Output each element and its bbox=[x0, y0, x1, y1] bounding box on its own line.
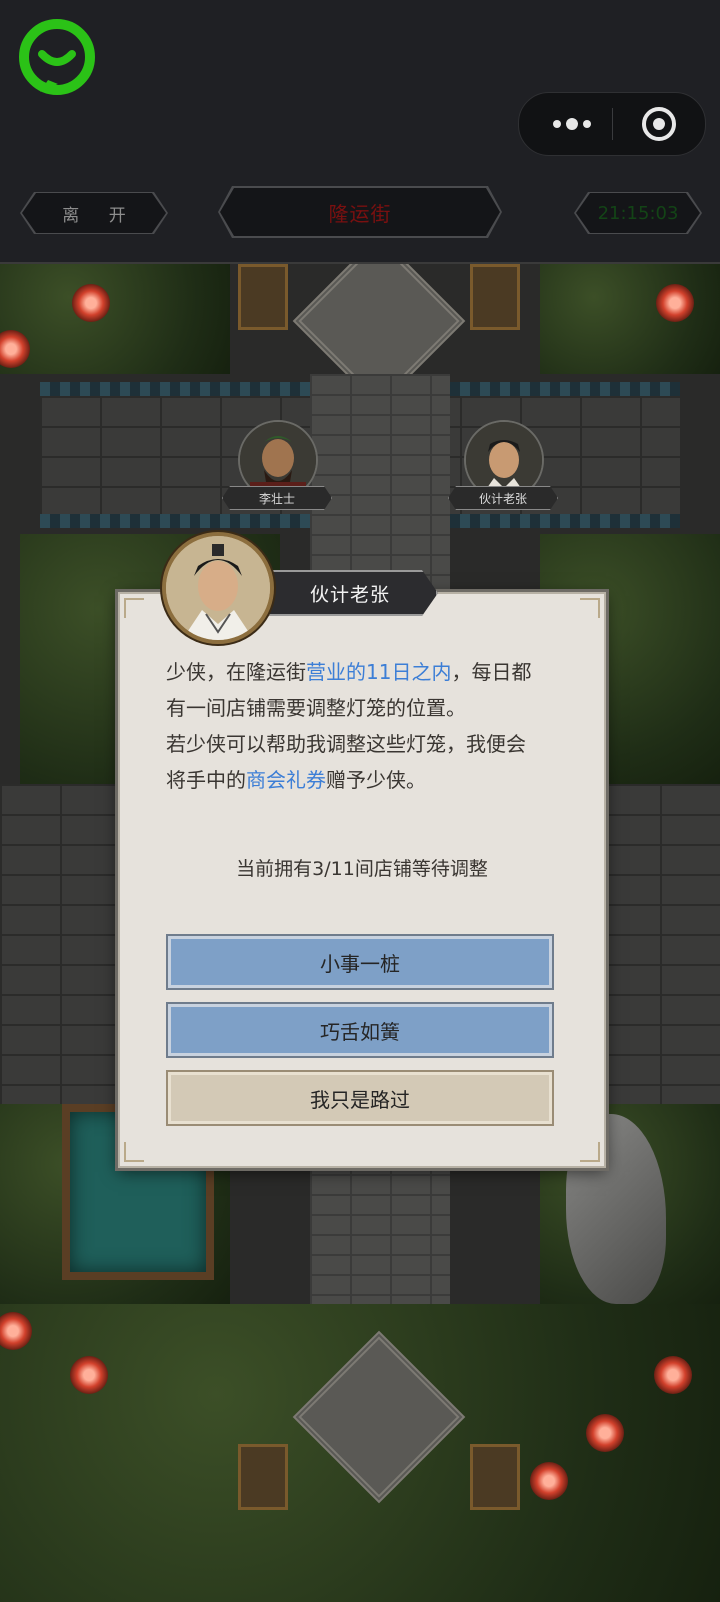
dialog-text-segment: 赠予少侠。 bbox=[326, 768, 426, 792]
dialog-corner-ornament bbox=[580, 1142, 600, 1162]
speaker-avatar bbox=[162, 532, 274, 644]
lantern[interactable] bbox=[654, 1356, 692, 1394]
option-button-accept[interactable]: 小事一桩 bbox=[166, 934, 554, 990]
shop-status-text: 当前拥有3/11间店铺等待调整 bbox=[236, 858, 488, 880]
lantern[interactable] bbox=[586, 1414, 624, 1452]
dialog-corner-ornament bbox=[124, 598, 144, 618]
lantern[interactable] bbox=[70, 1356, 108, 1394]
dialog-line: 少侠，在隆运街营业的11日之内，每日都 bbox=[166, 654, 566, 690]
more-dots-icon bbox=[553, 118, 591, 130]
clock-plate: 21:15:03 bbox=[576, 193, 700, 233]
highlight-text: 营业的11日之内 bbox=[306, 660, 452, 684]
leave-label: 离 开 bbox=[62, 205, 138, 226]
dialog-text-segment: ，每日都 bbox=[451, 660, 532, 684]
garden-top-left bbox=[0, 264, 230, 374]
npc-dialog: 少侠，在隆运街营业的11日之内，每日都 有一间店铺需要调整灯笼的位置。 若少侠可… bbox=[118, 592, 606, 1168]
dialog-message: 少侠，在隆运街营业的11日之内，每日都 有一间店铺需要调整灯笼的位置。 若少侠可… bbox=[166, 654, 566, 798]
pillar bbox=[238, 264, 288, 330]
highlight-text: 商会礼券 bbox=[246, 768, 326, 792]
option-button-pass-by[interactable]: 我只是路过 bbox=[166, 1070, 554, 1126]
pillar bbox=[470, 264, 520, 330]
npc-huoji-laozhang[interactable]: 伙计老张 bbox=[442, 420, 562, 520]
npc-li-zhuangshi[interactable]: 李壮士 bbox=[216, 420, 336, 520]
capsule-divider bbox=[612, 108, 613, 140]
dialog-text-segment: 少侠，在隆运街 bbox=[166, 660, 306, 684]
dialog-corner-ornament bbox=[580, 598, 600, 618]
close-target-icon bbox=[642, 107, 676, 141]
garden-top-right bbox=[540, 264, 720, 374]
lantern[interactable] bbox=[530, 1462, 568, 1500]
npc-name-tag: 伙计老张 bbox=[448, 486, 558, 510]
dialog-line: 有一间店铺需要调整灯笼的位置。 bbox=[166, 696, 466, 720]
pillar bbox=[470, 1444, 520, 1510]
speaker-name-plate: 伙计老张 bbox=[262, 570, 438, 616]
close-miniprogram-button[interactable] bbox=[619, 93, 699, 155]
location-title-plate: 隆运街 bbox=[220, 188, 500, 236]
more-menu-button[interactable] bbox=[537, 93, 607, 155]
location-title: 隆运街 bbox=[328, 201, 392, 226]
option-button-persuade[interactable]: 巧舌如簧 bbox=[166, 1002, 554, 1058]
dialog-corner-ornament bbox=[124, 1142, 144, 1162]
dialog-line: 将手中的商会礼券赠予少侠。 bbox=[166, 762, 566, 798]
clock-text: 21:15:03 bbox=[597, 202, 679, 224]
leave-button[interactable]: 离 开 bbox=[22, 193, 166, 233]
lantern[interactable] bbox=[656, 284, 694, 322]
dialog-text-segment: 将手中的 bbox=[166, 768, 246, 792]
app-logo-icon bbox=[19, 19, 95, 95]
top-bar: 离 开 隆运街 21:15:03 bbox=[0, 0, 720, 264]
dialog-line: 若少侠可以帮助我调整这些灯笼，我便会 bbox=[166, 732, 526, 756]
lantern[interactable] bbox=[72, 284, 110, 322]
miniprogram-capsule bbox=[518, 92, 706, 156]
pillar bbox=[238, 1444, 288, 1510]
npc-name-tag: 李壮士 bbox=[222, 486, 332, 510]
